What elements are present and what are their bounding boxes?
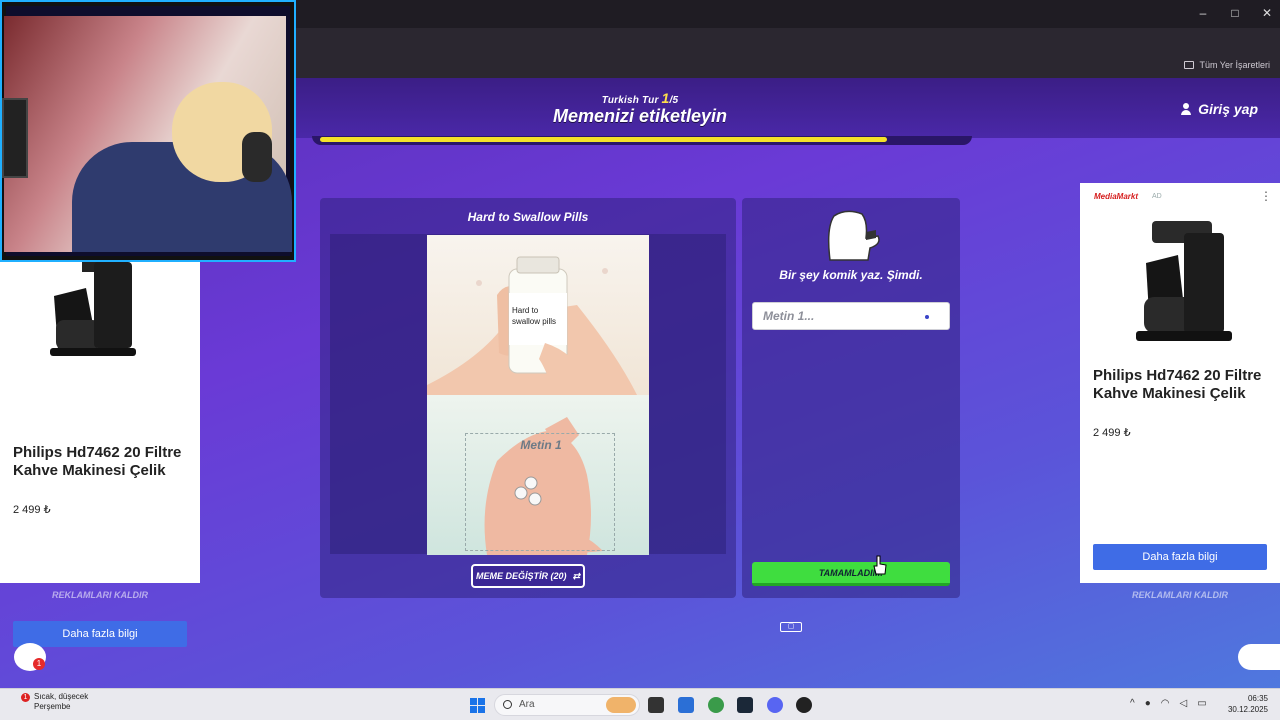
user-icon bbox=[1180, 103, 1192, 115]
app-icon[interactable] bbox=[796, 697, 812, 713]
round-header: Turkish Tur 1/5 Memenizi etiketleyin bbox=[480, 90, 800, 127]
round-indicator: Turkish Tur 1/5 bbox=[480, 90, 800, 106]
ad-menu-icon[interactable]: ⋮ bbox=[1260, 189, 1272, 203]
pointer-cursor-icon bbox=[873, 555, 887, 575]
weather-badge: 1 bbox=[21, 693, 30, 702]
webcam-overlay bbox=[0, 0, 296, 262]
taskbar: 1 Sıcak, düşecek Perşembe Ara ^ ● ◠ ◁ ▭ … bbox=[0, 688, 1280, 720]
ad-title[interactable]: Philips Hd7462 20 Filtre Kahve Makinesi … bbox=[1093, 367, 1273, 403]
microphone-icon[interactable]: ● bbox=[1145, 698, 1151, 709]
mascot-icon bbox=[827, 210, 880, 261]
clock-date: 30.12.2025 bbox=[1227, 705, 1268, 714]
left-ad[interactable]: Philips Hd7462 20 Filtre Kahve Makinesi … bbox=[0, 260, 200, 647]
right-ad[interactable]: MediaMarkt AD ⋮ Philips Hd7462 20 Filtre… bbox=[1080, 183, 1280, 583]
store-icon[interactable] bbox=[678, 697, 694, 713]
window-controls: – □ ✕ bbox=[1198, 6, 1272, 20]
webcam-monitor bbox=[2, 98, 28, 178]
meme-top-panel: Hard to swallow pills bbox=[427, 235, 649, 395]
small-indicator-icon: ▢ bbox=[780, 622, 802, 632]
page-title: Memenizi etiketleyin bbox=[552, 106, 728, 126]
remove-ads-link-right[interactable]: REKLAMLARI KALDIR bbox=[1080, 590, 1280, 600]
ad-more-info-button[interactable]: Daha fazla bilgi bbox=[1093, 544, 1267, 570]
task-view-icon[interactable] bbox=[648, 697, 664, 713]
volume-icon[interactable]: ◁ bbox=[1179, 698, 1187, 709]
ad-more-info-button[interactable]: Daha fazla bilgi bbox=[13, 621, 187, 647]
round-progress-fill bbox=[320, 137, 887, 142]
start-icon[interactable] bbox=[470, 698, 485, 713]
weather-day: Perşembe bbox=[34, 702, 71, 711]
meme-image: Hard to swallow pills Metin 1 bbox=[427, 235, 649, 555]
all-bookmarks-label: Tüm Yer İşaretleri bbox=[1199, 60, 1270, 70]
headset-icon bbox=[242, 132, 272, 182]
discord-icon[interactable] bbox=[767, 697, 783, 713]
meme-bottle-label: Hard to swallow pills bbox=[512, 306, 557, 326]
battery-icon[interactable]: ▭ bbox=[1197, 698, 1206, 709]
round-prefix: Turkish Tur bbox=[601, 95, 659, 106]
sound-toggle-icon[interactable] bbox=[1238, 644, 1280, 670]
maximize-button[interactable]: □ bbox=[1230, 6, 1240, 20]
caption-input[interactable]: Metin 1... bbox=[752, 302, 950, 330]
meme-panel: Hard to Swallow Pills Hard to swallow pi… bbox=[320, 198, 736, 598]
taskbar-search-placeholder: Ara bbox=[519, 699, 535, 710]
close-button[interactable]: ✕ bbox=[1262, 6, 1272, 20]
meme-stage: Hard to swallow pills Metin 1 bbox=[330, 234, 726, 555]
ad-mark: AD bbox=[1152, 193, 1162, 200]
ad-price: 2 499 ₺ bbox=[13, 504, 51, 516]
clock-time: 06:35 bbox=[1247, 694, 1268, 703]
meme-textbox[interactable]: Metin 1 bbox=[465, 433, 615, 551]
login-button[interactable]: Giriş yap bbox=[1180, 101, 1258, 117]
done-button[interactable]: TAMAMLADIM! bbox=[752, 562, 950, 586]
round-current: 1 bbox=[661, 90, 670, 106]
weather-widget[interactable]: 1 Sıcak, düşecek Perşembe bbox=[16, 692, 88, 712]
input-cursor-dot bbox=[925, 315, 929, 319]
steam-icon[interactable] bbox=[737, 697, 753, 713]
folder-icon bbox=[1184, 61, 1195, 69]
weather-text: Sıcak, düşecek bbox=[34, 692, 89, 701]
search-highlight-icon[interactable] bbox=[606, 697, 636, 713]
coffee-maker-image bbox=[50, 260, 136, 356]
round-total: /5 bbox=[669, 95, 679, 106]
search-icon bbox=[503, 700, 512, 709]
remove-ads-link-left[interactable]: REKLAMLARI KALDIR bbox=[0, 590, 200, 600]
wifi-icon[interactable]: ◠ bbox=[1161, 698, 1170, 709]
meme-template-name: Hard to Swallow Pills bbox=[467, 210, 589, 224]
change-meme-label: MEME DEĞİŞTİR (20) bbox=[475, 571, 567, 581]
caption-input-placeholder: Metin 1... bbox=[763, 309, 815, 323]
caption-panel: Bir şey komik yaz. Şimdi. Metin 1... TAM… bbox=[742, 198, 960, 598]
ad-price: 2 499 ₺ bbox=[1093, 427, 1131, 439]
clock[interactable]: 06:35 30.12.2025 bbox=[1228, 693, 1268, 715]
ad-title[interactable]: Philips Hd7462 20 Filtre Kahve Makinesi … bbox=[13, 444, 193, 480]
login-label: Giriş yap bbox=[1198, 101, 1258, 117]
minimize-button[interactable]: – bbox=[1198, 6, 1208, 20]
meme-textbox-label: Metin 1 bbox=[520, 438, 562, 452]
all-bookmarks-button[interactable]: Tüm Yer İşaretleri bbox=[1184, 60, 1270, 70]
ad-brand: MediaMarkt bbox=[1094, 192, 1139, 201]
chevron-up-icon[interactable]: ^ bbox=[1130, 698, 1135, 709]
write-prompt: Bir şey komik yaz. Şimdi. bbox=[779, 268, 923, 282]
change-meme-button[interactable]: MEME DEĞİŞTİR (20) ⇄ bbox=[471, 564, 585, 588]
round-progress bbox=[312, 136, 972, 145]
chrome-icon[interactable] bbox=[708, 697, 724, 713]
shuffle-icon: ⇄ bbox=[572, 570, 581, 581]
coffee-maker-image bbox=[1136, 221, 1232, 341]
system-tray: ^ ● ◠ ◁ ▭ bbox=[1130, 698, 1207, 709]
chat-badge: 1 bbox=[33, 658, 45, 670]
